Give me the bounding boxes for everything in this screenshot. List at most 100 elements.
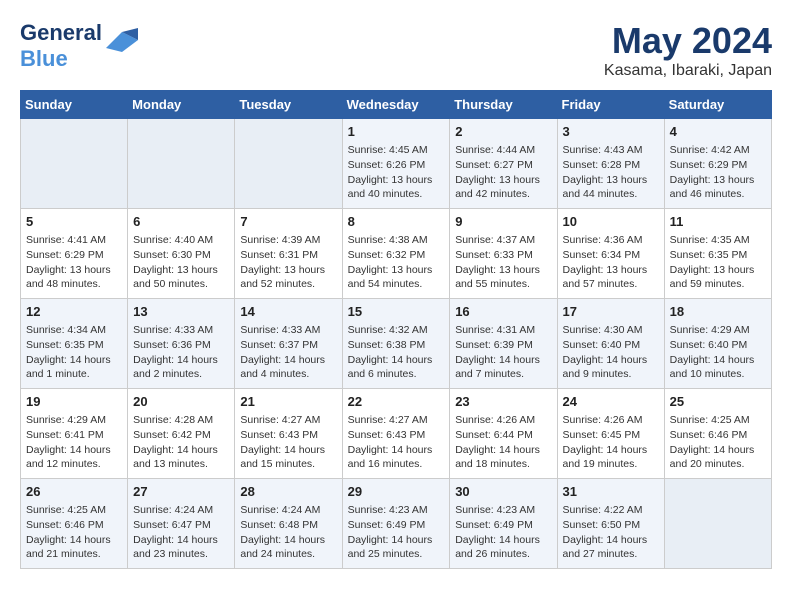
- calendar-cell: 10 Sunrise: 4:36 AMSunset: 6:34 PMDayligh…: [557, 209, 664, 299]
- calendar-cell: 17 Sunrise: 4:30 AMSunset: 6:40 PMDayligh…: [557, 299, 664, 389]
- cell-content: Sunrise: 4:45 AMSunset: 6:26 PMDaylight:…: [348, 143, 445, 202]
- calendar-cell: 29Sunrise: 4:23 AMSunset: 6:49 PMDayligh…: [342, 479, 450, 569]
- cell-content: Sunrise: 4:39 AMSunset: 6:31 PMDaylight:…: [240, 233, 336, 292]
- calendar-cell: 20 Sunrise: 4:28 AMSunset: 6:42 PMDayligh…: [128, 389, 235, 479]
- day-header-wednesday: Wednesday: [342, 91, 450, 119]
- cell-content: Sunrise: 4:34 AMSunset: 6:35 PMDaylight:…: [26, 323, 122, 382]
- calendar-cell: 19 Sunrise: 4:29 AMSunset: 6:41 PMDayligh…: [21, 389, 128, 479]
- day-number: 3: [563, 123, 659, 141]
- day-number: 26: [26, 483, 122, 501]
- day-number: 16: [455, 303, 551, 321]
- calendar-cell: 7 Sunrise: 4:39 AMSunset: 6:31 PMDaylight…: [235, 209, 342, 299]
- calendar-cell: 27 Sunrise: 4:24 AMSunset: 6:47 PMDayligh…: [128, 479, 235, 569]
- calendar-cell: 18Sunrise: 4:29 AMSunset: 6:40 PMDayligh…: [664, 299, 771, 389]
- cell-content: Sunrise: 4:26 AMSunset: 6:44 PMDaylight:…: [455, 413, 551, 472]
- calendar-table: SundayMondayTuesdayWednesdayThursdayFrid…: [20, 90, 772, 569]
- day-number: 25: [670, 393, 766, 411]
- cell-content: Sunrise: 4:27 AMSunset: 6:43 PMDaylight:…: [348, 413, 445, 472]
- title-block: May 2024 Kasama, Ibaraki, Japan: [604, 20, 772, 80]
- day-number: 14: [240, 303, 336, 321]
- location: Kasama, Ibaraki, Japan: [604, 62, 772, 80]
- cell-content: Sunrise: 4:42 AMSunset: 6:29 PMDaylight:…: [670, 143, 766, 202]
- day-number: 6: [133, 213, 229, 231]
- day-number: 23: [455, 393, 551, 411]
- day-number: 7: [240, 213, 336, 231]
- cell-content: Sunrise: 4:33 AMSunset: 6:36 PMDaylight:…: [133, 323, 229, 382]
- calendar-cell: 16Sunrise: 4:31 AMSunset: 6:39 PMDayligh…: [450, 299, 557, 389]
- day-header-sunday: Sunday: [21, 91, 128, 119]
- calendar-cell: 12 Sunrise: 4:34 AMSunset: 6:35 PMDayligh…: [21, 299, 128, 389]
- cell-content: Sunrise: 4:23 AMSunset: 6:49 PMDaylight:…: [455, 503, 551, 562]
- calendar-cell: 22 Sunrise: 4:27 AMSunset: 6:43 PMDayligh…: [342, 389, 450, 479]
- calendar-cell: 28 Sunrise: 4:24 AMSunset: 6:48 PMDayligh…: [235, 479, 342, 569]
- cell-content: Sunrise: 4:40 AMSunset: 6:30 PMDaylight:…: [133, 233, 229, 292]
- logo-text: General Blue: [20, 20, 102, 72]
- calendar-cell: 2Sunrise: 4:44 AMSunset: 6:27 PMDaylight…: [450, 119, 557, 209]
- cell-content: Sunrise: 4:37 AMSunset: 6:33 PMDaylight:…: [455, 233, 551, 292]
- day-number: 29: [348, 483, 445, 501]
- cell-content: Sunrise: 4:22 AMSunset: 6:50 PMDaylight:…: [563, 503, 659, 562]
- day-number: 20: [133, 393, 229, 411]
- cell-content: Sunrise: 4:36 AMSunset: 6:34 PMDaylight:…: [563, 233, 659, 292]
- month-title: May 2024: [604, 20, 772, 62]
- logo: General Blue: [20, 20, 138, 72]
- day-number: 28: [240, 483, 336, 501]
- day-number: 17: [563, 303, 659, 321]
- cell-content: Sunrise: 4:29 AMSunset: 6:41 PMDaylight:…: [26, 413, 122, 472]
- calendar-cell: 1 Sunrise: 4:45 AMSunset: 6:26 PMDaylight…: [342, 119, 450, 209]
- calendar-week-4: 19 Sunrise: 4:29 AMSunset: 6:41 PMDayligh…: [21, 389, 772, 479]
- day-number: 10: [563, 213, 659, 231]
- calendar-cell: 24 Sunrise: 4:26 AMSunset: 6:45 PMDayligh…: [557, 389, 664, 479]
- day-number: 22: [348, 393, 445, 411]
- calendar-week-2: 5 Sunrise: 4:41 AMSunset: 6:29 PMDaylight…: [21, 209, 772, 299]
- day-number: 27: [133, 483, 229, 501]
- cell-content: Sunrise: 4:29 AMSunset: 6:40 PMDaylight:…: [670, 323, 766, 382]
- calendar-cell: 8Sunrise: 4:38 AMSunset: 6:32 PMDaylight…: [342, 209, 450, 299]
- cell-content: Sunrise: 4:27 AMSunset: 6:43 PMDaylight:…: [240, 413, 336, 472]
- cell-content: Sunrise: 4:33 AMSunset: 6:37 PMDaylight:…: [240, 323, 336, 382]
- cell-content: Sunrise: 4:25 AMSunset: 6:46 PMDaylight:…: [26, 503, 122, 562]
- calendar-cell: 9 Sunrise: 4:37 AMSunset: 6:33 PMDaylight…: [450, 209, 557, 299]
- day-number: 12: [26, 303, 122, 321]
- calendar-cell: 26 Sunrise: 4:25 AMSunset: 6:46 PMDayligh…: [21, 479, 128, 569]
- calendar-cell: 13 Sunrise: 4:33 AMSunset: 6:36 PMDayligh…: [128, 299, 235, 389]
- cell-content: Sunrise: 4:38 AMSunset: 6:32 PMDaylight:…: [348, 233, 445, 292]
- cell-content: Sunrise: 4:26 AMSunset: 6:45 PMDaylight:…: [563, 413, 659, 472]
- calendar-week-1: 1 Sunrise: 4:45 AMSunset: 6:26 PMDaylight…: [21, 119, 772, 209]
- calendar-cell: 5 Sunrise: 4:41 AMSunset: 6:29 PMDaylight…: [21, 209, 128, 299]
- day-number: 15: [348, 303, 445, 321]
- cell-content: Sunrise: 4:41 AMSunset: 6:29 PMDaylight:…: [26, 233, 122, 292]
- day-header-thursday: Thursday: [450, 91, 557, 119]
- page-header: General Blue May 2024 Kasama, Ibaraki, J…: [20, 20, 772, 80]
- cell-content: Sunrise: 4:25 AMSunset: 6:46 PMDaylight:…: [670, 413, 766, 472]
- day-number: 9: [455, 213, 551, 231]
- day-number: 2: [455, 123, 551, 141]
- calendar-cell: 6 Sunrise: 4:40 AMSunset: 6:30 PMDaylight…: [128, 209, 235, 299]
- day-number: 21: [240, 393, 336, 411]
- calendar-cell: 31 Sunrise: 4:22 AMSunset: 6:50 PMDayligh…: [557, 479, 664, 569]
- calendar-cell: 11 Sunrise: 4:35 AMSunset: 6:35 PMDayligh…: [664, 209, 771, 299]
- day-number: 31: [563, 483, 659, 501]
- calendar-cell: [128, 119, 235, 209]
- day-number: 1: [348, 123, 445, 141]
- day-number: 13: [133, 303, 229, 321]
- cell-content: Sunrise: 4:24 AMSunset: 6:47 PMDaylight:…: [133, 503, 229, 562]
- day-header-tuesday: Tuesday: [235, 91, 342, 119]
- day-number: 19: [26, 393, 122, 411]
- calendar-cell: 3 Sunrise: 4:43 AMSunset: 6:28 PMDaylight…: [557, 119, 664, 209]
- day-number: 11: [670, 213, 766, 231]
- calendar-cell: [664, 479, 771, 569]
- logo-icon: [106, 28, 138, 52]
- day-number: 24: [563, 393, 659, 411]
- day-number: 5: [26, 213, 122, 231]
- day-number: 30: [455, 483, 551, 501]
- day-header-friday: Friday: [557, 91, 664, 119]
- calendar-header-row: SundayMondayTuesdayWednesdayThursdayFrid…: [21, 91, 772, 119]
- cell-content: Sunrise: 4:24 AMSunset: 6:48 PMDaylight:…: [240, 503, 336, 562]
- calendar-cell: 30 Sunrise: 4:23 AMSunset: 6:49 PMDayligh…: [450, 479, 557, 569]
- cell-content: Sunrise: 4:28 AMSunset: 6:42 PMDaylight:…: [133, 413, 229, 472]
- cell-content: Sunrise: 4:30 AMSunset: 6:40 PMDaylight:…: [563, 323, 659, 382]
- cell-content: Sunrise: 4:43 AMSunset: 6:28 PMDaylight:…: [563, 143, 659, 202]
- cell-content: Sunrise: 4:35 AMSunset: 6:35 PMDaylight:…: [670, 233, 766, 292]
- calendar-cell: 15Sunrise: 4:32 AMSunset: 6:38 PMDayligh…: [342, 299, 450, 389]
